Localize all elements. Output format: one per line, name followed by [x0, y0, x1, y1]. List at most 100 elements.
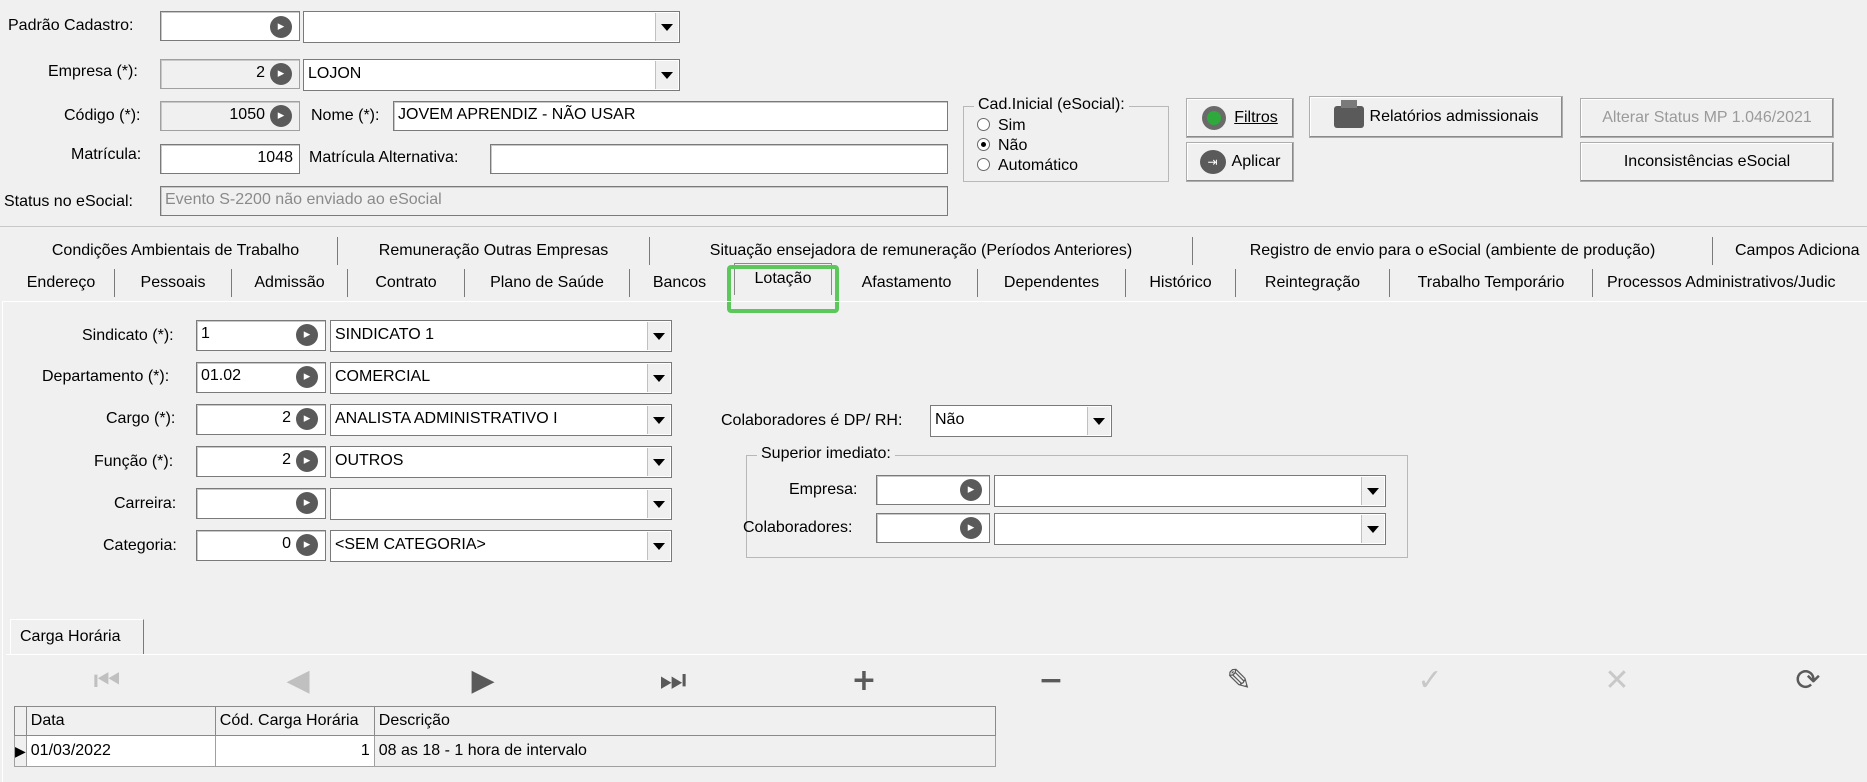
codigo-label: Código (*): [64, 107, 141, 124]
padrao-label: Padrão Cadastro: [8, 17, 134, 34]
codigo-lookup-icon[interactable]: ▸ [270, 105, 292, 127]
categoria-lookup-icon[interactable]: ▸ [296, 534, 318, 556]
sup-empresa-lookup-icon[interactable]: ▸ [960, 479, 982, 501]
chevron-down-icon[interactable] [1361, 477, 1384, 505]
radio-automatico[interactable]: Automático [977, 157, 1078, 175]
chevron-down-icon[interactable] [1087, 407, 1110, 435]
cell-codigo[interactable]: 1 [214, 735, 375, 767]
sup-colab-label: Colaboradores: [743, 519, 853, 536]
sup-colab-lookup-icon[interactable]: ▸ [960, 517, 982, 539]
grid-header-codigo[interactable]: Cód. Carga Horária [214, 706, 375, 736]
chevron-down-icon[interactable] [647, 532, 670, 560]
empresa-label: Empresa (*): [48, 63, 138, 80]
tab-condicoes-ambientais[interactable]: Condições Ambientais de Trabalho [14, 237, 338, 265]
funcao-select[interactable]: OUTROS [330, 446, 672, 478]
radio-automatico-dot[interactable] [977, 158, 990, 171]
tab-contrato[interactable]: Contrato [348, 269, 465, 297]
matricula-alt-input[interactable] [490, 144, 948, 174]
padrao-lookup-icon[interactable]: ▸ [270, 16, 292, 38]
delete-record-icon[interactable]: − [1026, 660, 1076, 700]
tab-situacao-ensejadora[interactable]: Situação ensejadora de remuneração (Perí… [650, 237, 1193, 265]
chevron-down-icon[interactable] [655, 61, 678, 89]
superior-imediato-legend: Superior imediato: [757, 445, 895, 463]
empresa-lookup-icon[interactable]: ▸ [270, 63, 292, 85]
sindicato-label: Sindicato (*): [82, 327, 174, 344]
refresh-icon[interactable]: ⟳ [1783, 660, 1833, 700]
radio-sim-dot[interactable] [977, 118, 990, 131]
add-record-icon[interactable]: + [839, 660, 889, 700]
chevron-down-icon[interactable] [647, 364, 670, 392]
next-record-icon[interactable]: ▶ [458, 660, 508, 700]
grid-header-descricao[interactable]: Descrição [373, 706, 997, 736]
radio-sim[interactable]: Sim [977, 117, 1026, 135]
departamento-select[interactable]: COMERCIAL [330, 362, 672, 394]
tab-endereco[interactable]: Endereço [8, 269, 115, 297]
tab-trabalho-temporario[interactable]: Trabalho Temporário [1390, 269, 1593, 297]
chevron-down-icon[interactable] [647, 448, 670, 476]
cell-data[interactable]: 01/03/2022 [25, 735, 216, 767]
empresa-select[interactable]: LOJON [303, 59, 680, 91]
tab-processos[interactable]: Processos Administrativos/Judic [1593, 269, 1867, 297]
carreira-lookup-icon[interactable]: ▸ [296, 492, 318, 514]
sindicato-select[interactable]: SINDICATO 1 [330, 320, 672, 352]
carga-horaria-tab[interactable]: Carga Horária [10, 619, 144, 655]
tab-reintegracao[interactable]: Reintegração [1236, 269, 1390, 297]
edit-record-icon[interactable]: ✎ [1214, 660, 1264, 700]
grid-header-data[interactable]: Data [25, 706, 216, 736]
status-label: Status no eSocial: [4, 193, 133, 210]
carreira-label: Carreira: [114, 495, 177, 512]
cad-inicial-legend: Cad.Inicial (eSocial): [974, 96, 1129, 114]
radio-nao-dot[interactable] [977, 138, 990, 151]
first-record-icon[interactable]: ⏮ [82, 660, 132, 700]
inconsistencias-button[interactable]: Inconsistências eSocial [1580, 142, 1834, 182]
colab-dp-select[interactable]: Não [930, 405, 1112, 437]
chevron-down-icon[interactable] [655, 13, 678, 41]
radio-nao-label: Não [998, 137, 1028, 154]
funcao-label: Função (*): [94, 453, 174, 470]
tab-remuneracao-outras[interactable]: Remuneração Outras Empresas [338, 237, 650, 265]
padrao-select[interactable] [303, 11, 680, 43]
tab-pessoais[interactable]: Pessoais [115, 269, 232, 297]
chevron-down-icon[interactable] [647, 406, 670, 434]
departamento-select-value: COMERCIAL [335, 368, 431, 385]
cargo-lookup-icon[interactable]: ▸ [296, 408, 318, 430]
tab-campos-adicionais[interactable]: Campos Adiciona [1713, 237, 1867, 265]
categoria-select[interactable]: <SEM CATEGORIA> [330, 530, 672, 562]
cargo-select[interactable]: ANALISTA ADMINISTRATIVO I [330, 404, 672, 436]
radio-nao[interactable]: Não [977, 137, 1027, 155]
tab-dependentes[interactable]: Dependentes [978, 269, 1126, 297]
sup-empresa-label: Empresa: [789, 481, 858, 498]
aplicar-button[interactable]: ⇥ Aplicar [1186, 142, 1294, 182]
post-record-icon[interactable]: ✓ [1405, 660, 1455, 700]
relatorios-button[interactable]: Relatórios admissionais [1309, 96, 1563, 138]
tab-admissao[interactable]: Admissão [232, 269, 348, 297]
sindicato-lookup-icon[interactable]: ▸ [296, 324, 318, 346]
chevron-down-icon[interactable] [1361, 515, 1384, 543]
sup-colab-select[interactable] [994, 513, 1386, 545]
funcao-lookup-icon[interactable]: ▸ [296, 450, 318, 472]
chevron-down-icon[interactable] [647, 490, 670, 518]
filtros-button[interactable]: Filtros [1186, 98, 1294, 138]
tab-bancos[interactable]: Bancos [630, 269, 730, 297]
tab-historico[interactable]: Histórico [1126, 269, 1236, 297]
tab-plano-saude[interactable]: Plano de Saúde [465, 269, 630, 297]
tab-registro-envio[interactable]: Registro de envio para o eSocial (ambien… [1193, 237, 1713, 265]
nome-input[interactable]: JOVEM APRENDIZ - NÃO USAR [393, 101, 948, 131]
sup-empresa-select[interactable] [994, 475, 1386, 507]
radio-automatico-label: Automático [998, 157, 1079, 174]
cell-descricao[interactable]: 08 as 18 - 1 hora de intervalo [373, 735, 997, 767]
matricula-input[interactable]: 1048 [160, 144, 300, 174]
departamento-lookup-icon[interactable]: ▸ [296, 366, 318, 388]
table-row[interactable]: ▶ 01/03/2022 1 08 as 18 - 1 hora de inte… [14, 735, 997, 767]
carga-horaria-grid: Data Cód. Carga Horária Descrição ▶ 01/0… [14, 706, 997, 767]
cargo-select-value: ANALISTA ADMINISTRATIVO I [335, 410, 558, 427]
departamento-label: Departamento (*): [42, 368, 170, 385]
last-record-icon[interactable]: ⏭ [648, 660, 698, 700]
chevron-down-icon[interactable] [647, 322, 670, 350]
nome-label: Nome (*): [311, 107, 380, 124]
prior-record-icon[interactable]: ◀ [273, 660, 323, 700]
matricula-alt-label: Matrícula Alternativa: [309, 149, 459, 166]
cancel-record-icon[interactable]: ✕ [1592, 660, 1642, 700]
tab-afastamento[interactable]: Afastamento [836, 269, 978, 297]
carreira-select[interactable] [330, 488, 672, 520]
